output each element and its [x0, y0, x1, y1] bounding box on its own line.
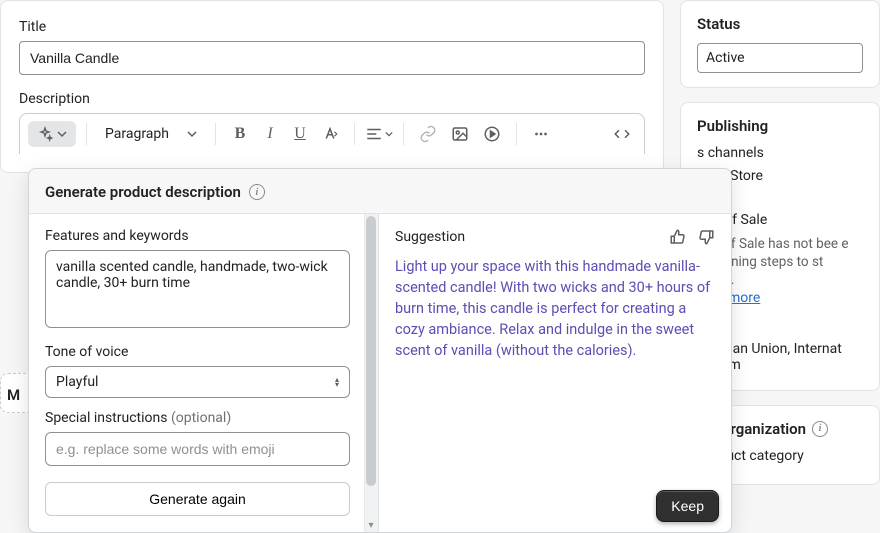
features-label: Features and keywords	[45, 228, 350, 244]
scroll-down-arrow[interactable]: ▾	[366, 520, 376, 530]
status-value: Active	[706, 50, 745, 66]
info-icon[interactable]: i	[249, 184, 265, 200]
underline-icon: U	[294, 125, 306, 143]
description-label: Description	[19, 91, 645, 107]
chevron-down-icon	[187, 129, 197, 139]
keep-button[interactable]: Keep	[656, 490, 719, 522]
block-style-label: Paragraph	[105, 126, 169, 142]
product-details-card: Title Description Paragraph B	[0, 0, 664, 173]
image-icon	[451, 125, 469, 143]
status-heading: Status	[697, 15, 863, 33]
title-input[interactable]	[19, 41, 645, 75]
underline-button[interactable]: U	[286, 120, 314, 148]
generate-again-label: Generate again	[149, 491, 246, 507]
toolbar-divider	[516, 123, 517, 145]
toolbar-divider	[215, 123, 216, 145]
link-icon	[419, 125, 437, 143]
suggestion-label: Suggestion	[395, 229, 465, 245]
select-caret-icon: ▴▾	[335, 377, 339, 387]
generate-panel-title: Generate product description	[45, 183, 241, 201]
bold-icon: B	[235, 125, 246, 143]
play-circle-icon	[483, 125, 501, 143]
ai-generate-button[interactable]	[28, 121, 76, 147]
bold-button[interactable]: B	[226, 120, 254, 148]
align-left-icon	[365, 125, 383, 143]
title-label: Title	[19, 19, 645, 35]
generate-panel-header: Generate product description i	[29, 169, 731, 214]
description-toolbar: Paragraph B I U	[19, 113, 645, 154]
sales-channels-heading: s channels	[697, 145, 863, 161]
image-button[interactable]	[446, 120, 474, 148]
special-instructions-label: Special instructions (optional)	[45, 410, 350, 426]
thumbs-up-icon[interactable]	[669, 228, 687, 246]
video-button[interactable]	[478, 120, 506, 148]
text-color-icon	[321, 125, 339, 143]
chevron-down-icon	[57, 129, 67, 139]
keep-label: Keep	[671, 498, 704, 514]
toolbar-divider	[354, 123, 355, 145]
special-instructions-input[interactable]	[45, 432, 350, 466]
special-label-text: Special instructions	[45, 410, 167, 426]
tone-value: Playful	[56, 374, 98, 390]
optional-hint: (optional)	[171, 410, 231, 426]
code-icon	[613, 125, 631, 143]
chevron-down-icon	[385, 130, 393, 138]
toolbar-divider	[403, 123, 404, 145]
suggestion-pane: Suggestion Light up your space with this…	[379, 214, 731, 532]
tone-label: Tone of voice	[45, 344, 350, 360]
tone-select[interactable]: Playful ▴▾	[45, 366, 350, 398]
scrollbar-thumb[interactable]	[366, 216, 376, 486]
source-code-button[interactable]	[608, 120, 636, 148]
block-style-select[interactable]: Paragraph	[97, 122, 205, 146]
link-button	[414, 120, 442, 148]
scrollbar-track[interactable]: ▾	[364, 214, 378, 532]
generate-again-button[interactable]: Generate again	[45, 482, 350, 516]
ellipsis-icon	[532, 125, 550, 143]
italic-button[interactable]: I	[256, 120, 284, 148]
status-card: Status Active	[680, 0, 880, 88]
generate-description-panel: Generate product description i ▾ Feature…	[28, 168, 732, 533]
italic-icon: I	[267, 125, 272, 143]
more-button[interactable]	[527, 120, 555, 148]
features-input[interactable]	[45, 250, 350, 328]
align-button[interactable]	[365, 120, 393, 148]
thumbs-down-icon[interactable]	[697, 228, 715, 246]
suggestion-text: Light up your space with this handmade v…	[395, 256, 715, 361]
text-color-button[interactable]	[316, 120, 344, 148]
generate-inputs-pane: ▾ Features and keywords Tone of voice Pl…	[29, 214, 379, 532]
toolbar-divider	[86, 123, 87, 145]
status-select[interactable]: Active	[697, 43, 863, 73]
info-icon[interactable]: i	[812, 421, 828, 437]
publishing-heading: Publishing	[697, 117, 863, 135]
sparkle-icon	[37, 126, 53, 142]
